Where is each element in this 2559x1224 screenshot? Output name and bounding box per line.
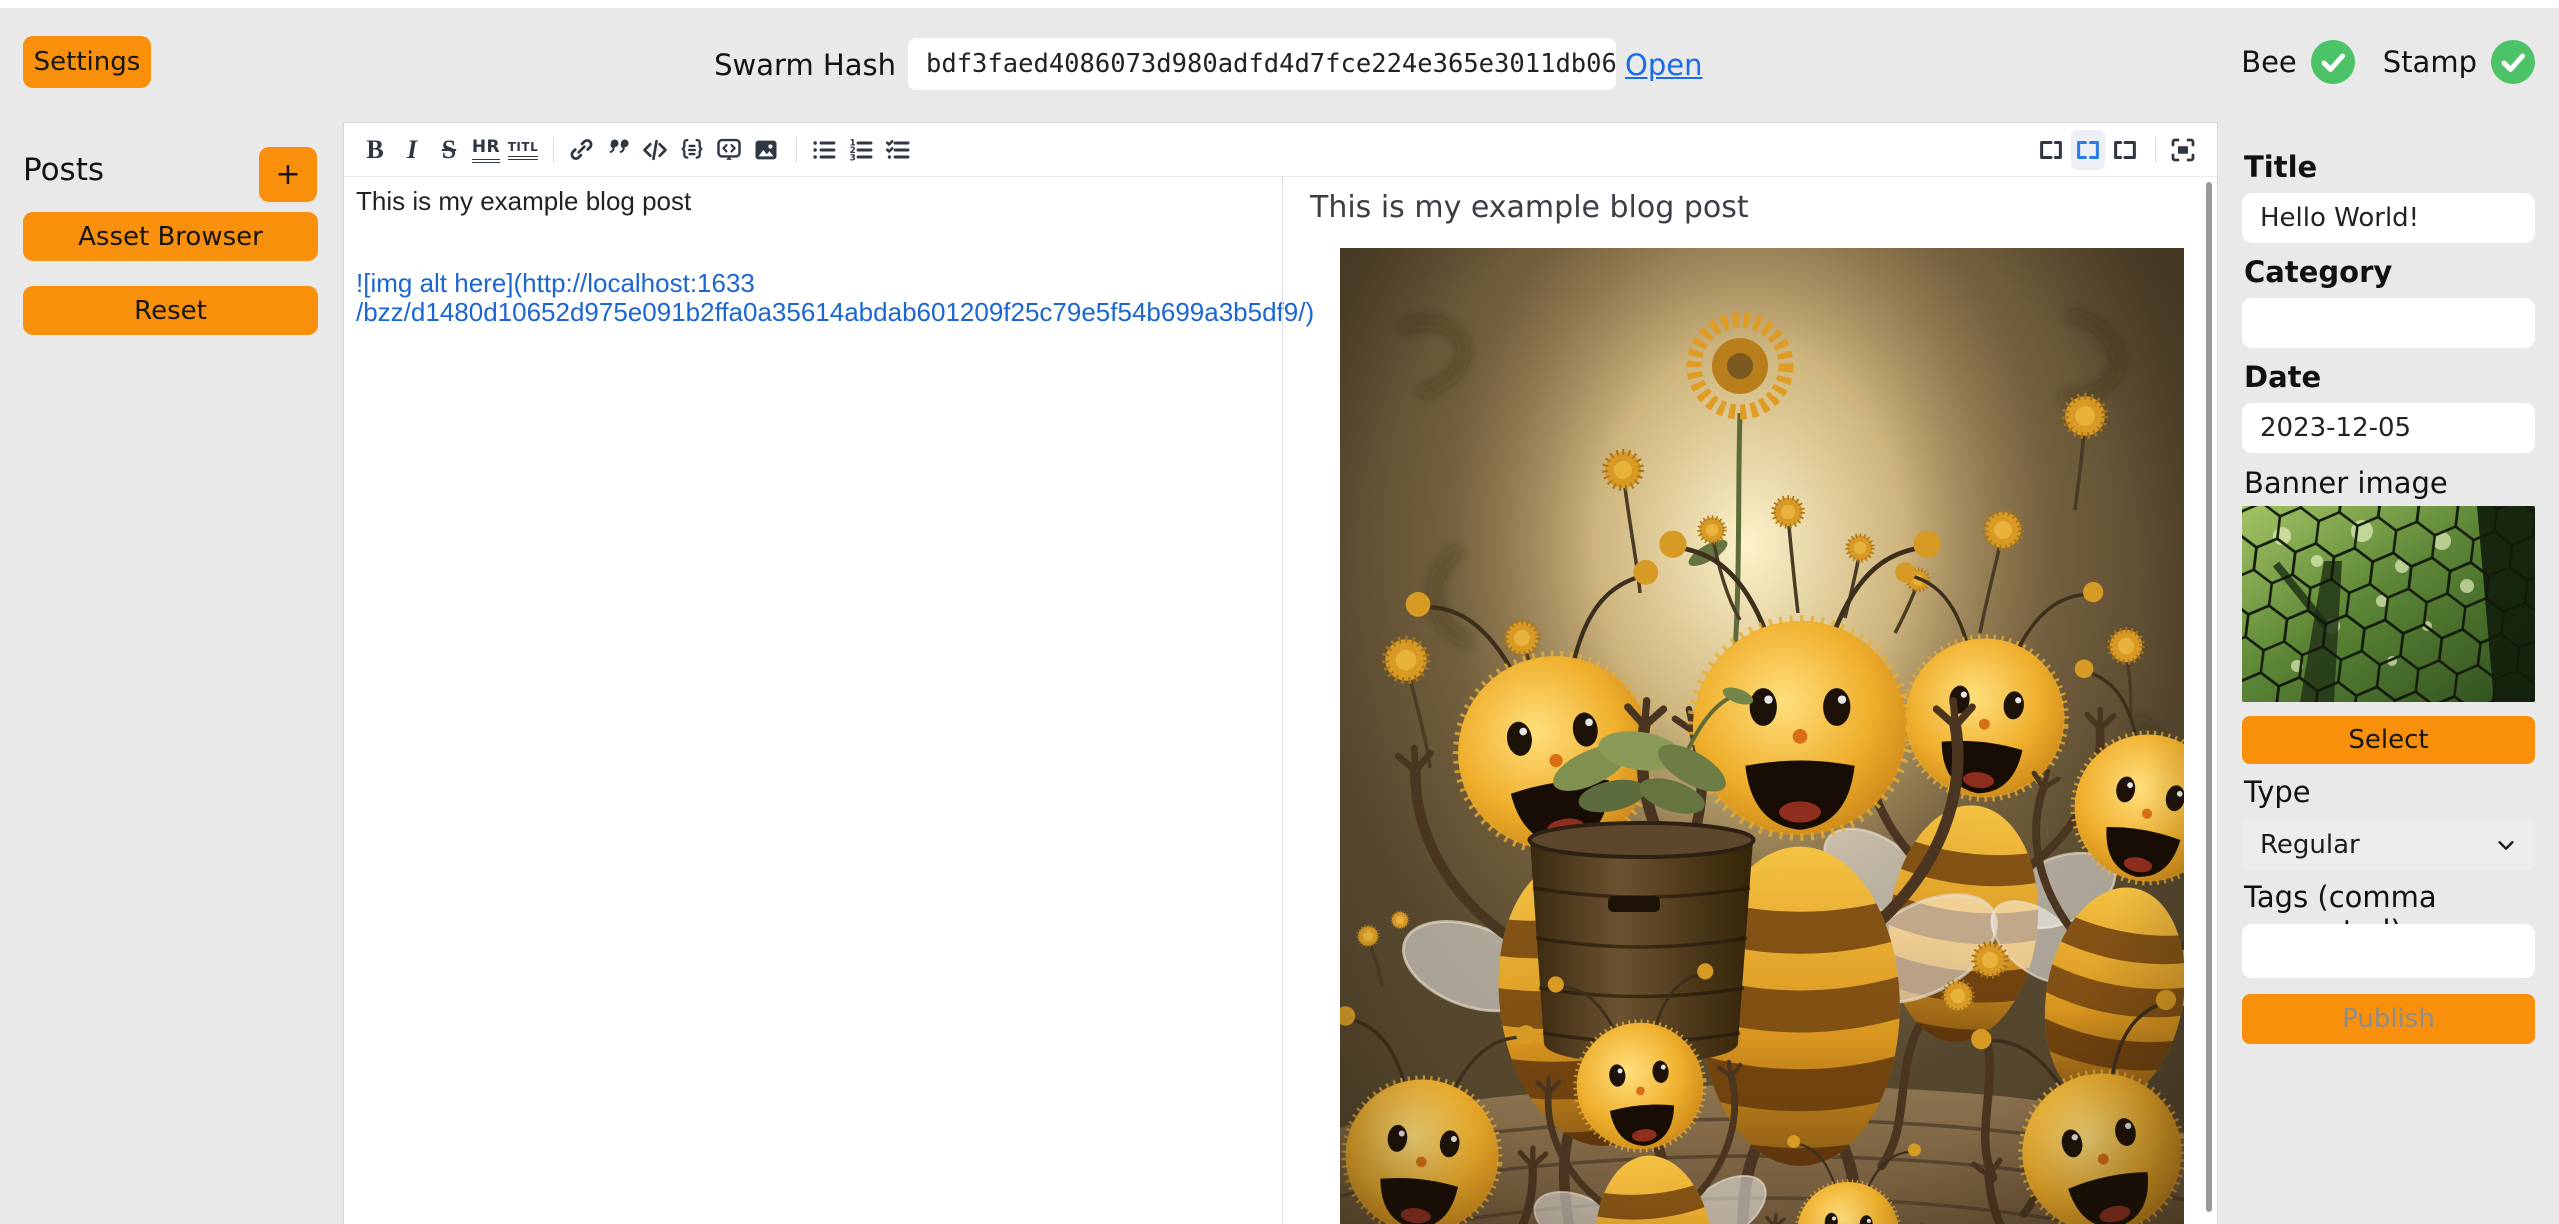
heading-icon[interactable]: HR bbox=[469, 130, 503, 170]
toolbar-separator bbox=[796, 137, 797, 163]
date-input[interactable] bbox=[2242, 403, 2535, 453]
task-list-icon[interactable] bbox=[881, 130, 915, 170]
asset-browser-button[interactable]: Asset Browser bbox=[23, 212, 318, 261]
bee-status-label: Bee bbox=[2241, 45, 2297, 79]
swarm-hash-label: Swarm Hash bbox=[700, 48, 896, 82]
chevron-down-icon bbox=[2495, 834, 2517, 856]
add-post-button[interactable]: + bbox=[259, 147, 317, 202]
top-strip bbox=[0, 0, 2559, 8]
type-label: Type bbox=[2244, 775, 2311, 809]
preview-scrollbar[interactable] bbox=[2206, 182, 2212, 1212]
posts-heading: Posts bbox=[23, 152, 104, 188]
link-icon[interactable] bbox=[564, 130, 598, 170]
toolbar-separator bbox=[553, 137, 554, 163]
reset-button[interactable]: Reset bbox=[23, 286, 318, 335]
preview-view-icon[interactable] bbox=[2108, 130, 2142, 170]
type-select-value: Regular bbox=[2260, 830, 2360, 860]
svg-text:3: 3 bbox=[850, 153, 856, 163]
preview-post-image bbox=[1340, 248, 2184, 1224]
banner-select-button[interactable]: Select bbox=[2242, 716, 2535, 764]
publish-button[interactable]: Publish bbox=[2242, 994, 2535, 1044]
app-window: Settings Swarm Hash bdf3faed4086073d980a… bbox=[0, 0, 2559, 1224]
toolbar-view-group bbox=[2034, 123, 2203, 177]
editor-image-markdown-line1: ![img alt here](http://localhost:1633 bbox=[356, 268, 755, 299]
code-block-icon[interactable] bbox=[675, 130, 709, 170]
toolbar-separator bbox=[2155, 137, 2156, 163]
editor-text-line: This is my example blog post bbox=[356, 186, 691, 217]
markdown-editor[interactable] bbox=[344, 177, 1282, 1223]
ordered-list-icon[interactable]: 1 2 3 bbox=[844, 130, 878, 170]
banner-image-thumbnail[interactable] bbox=[2242, 506, 2535, 702]
open-link[interactable]: Open bbox=[1625, 48, 1702, 82]
settings-button[interactable]: Settings bbox=[23, 36, 151, 88]
preview-heading: This is my example blog post bbox=[1310, 190, 1749, 225]
date-label: Date bbox=[2244, 360, 2321, 394]
italic-icon[interactable]: I bbox=[395, 130, 429, 170]
editor-preview-divider bbox=[1282, 176, 1283, 1224]
stamp-status-label: Stamp bbox=[2383, 45, 2477, 79]
embed-icon[interactable] bbox=[712, 130, 746, 170]
stamp-check-icon bbox=[2491, 40, 2535, 84]
editor-image-markdown-line2: /bzz/d1480d10652d975e091b2ffa0a35614abda… bbox=[356, 297, 1314, 328]
category-input[interactable] bbox=[2242, 298, 2535, 348]
split-view-icon[interactable] bbox=[2071, 130, 2105, 170]
bold-icon[interactable]: B bbox=[358, 130, 392, 170]
editor-view-icon[interactable] bbox=[2034, 130, 2068, 170]
code-icon[interactable] bbox=[638, 130, 672, 170]
status-area: Bee Stamp bbox=[2241, 40, 2535, 84]
type-select[interactable]: Regular bbox=[2242, 820, 2535, 870]
title-input[interactable] bbox=[2242, 193, 2535, 243]
tags-input[interactable] bbox=[2242, 924, 2535, 978]
quote-icon[interactable] bbox=[601, 130, 635, 170]
strikethrough-icon[interactable]: S bbox=[432, 130, 466, 170]
bee-check-icon bbox=[2311, 40, 2355, 84]
title-label: Title bbox=[2244, 150, 2317, 184]
banner-image-label: Banner image bbox=[2244, 466, 2448, 500]
image-icon[interactable] bbox=[749, 130, 783, 170]
unordered-list-icon[interactable] bbox=[807, 130, 841, 170]
fullscreen-icon[interactable] bbox=[2166, 130, 2200, 170]
editor-toolbar: B I S HR TITL bbox=[344, 123, 2217, 177]
title-icon[interactable]: TITL bbox=[506, 130, 540, 170]
swarm-hash-input[interactable]: bdf3faed4086073d980adfd4d7fce224e365e301… bbox=[908, 38, 1616, 90]
category-label: Category bbox=[2244, 255, 2392, 289]
